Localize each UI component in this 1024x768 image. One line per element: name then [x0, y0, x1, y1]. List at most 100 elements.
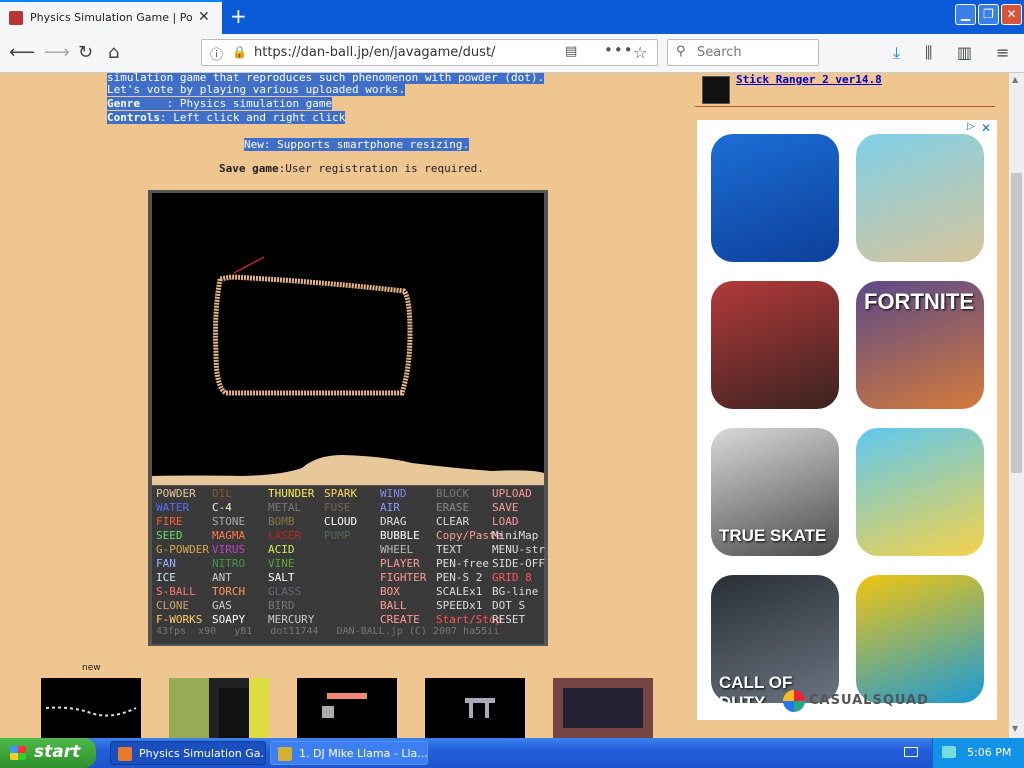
- search-input[interactable]: ⚲ Search: [667, 39, 819, 66]
- palette-item[interactable]: BALL: [380, 599, 407, 613]
- palette-item[interactable]: MENU-str: [492, 543, 545, 557]
- palette-item[interactable]: WHEEL: [380, 543, 413, 557]
- palette-item[interactable]: THUNDER: [268, 487, 314, 501]
- palette-item[interactable]: ERASE: [436, 501, 469, 515]
- palette-item[interactable]: BG-line: [492, 585, 538, 599]
- url-text[interactable]: https://dan-ball.jp/en/javagame/dust/: [254, 45, 495, 60]
- palette-item[interactable]: PUMP: [324, 529, 351, 543]
- keyboard-icon[interactable]: [904, 747, 918, 757]
- minimize-window-button[interactable]: ▁: [955, 4, 976, 25]
- scrollbar-thumb[interactable]: [1011, 173, 1022, 473]
- palette-item[interactable]: DOT S: [492, 599, 525, 613]
- library-icon[interactable]: ⫼: [925, 43, 932, 63]
- restore-window-button[interactable]: ❐: [978, 4, 999, 25]
- scroll-down-icon[interactable]: ▼: [1012, 724, 1018, 733]
- palette-item[interactable]: TEXT: [436, 543, 463, 557]
- palette-item[interactable]: F-WORKS: [156, 613, 202, 627]
- palette-item[interactable]: POWDER: [156, 487, 196, 501]
- palette-item[interactable]: AIR: [380, 501, 400, 515]
- palette-item[interactable]: CLOUD: [324, 515, 357, 529]
- palette-item[interactable]: WATER: [156, 501, 189, 515]
- palette-item[interactable]: SOAPY: [212, 613, 245, 627]
- chicken-pixel-icon[interactable]: [856, 134, 984, 262]
- ad-info-icon[interactable]: ▷: [967, 121, 975, 132]
- new-tab-icon[interactable]: +: [230, 4, 247, 28]
- palette-item[interactable]: S-BALL: [156, 585, 196, 599]
- palette-item[interactable]: G-POWDER: [156, 543, 209, 557]
- lock-icon[interactable]: 🔒: [232, 45, 247, 59]
- pull-pin-icon[interactable]: [856, 428, 984, 556]
- palette-item[interactable]: PEN-free: [436, 557, 489, 571]
- menu-icon[interactable]: ≡: [996, 43, 1009, 62]
- start-button[interactable]: start: [0, 738, 96, 768]
- palette-item[interactable]: VIRUS: [212, 543, 245, 557]
- palette-item[interactable]: FIGHTER: [380, 571, 426, 585]
- palette-item[interactable]: PEN-S 2: [436, 571, 482, 585]
- true-skate-icon[interactable]: TRUE SKATE: [711, 428, 839, 556]
- close-tab-icon[interactable]: ✕: [198, 9, 210, 25]
- palette-item[interactable]: BOMB: [268, 515, 295, 529]
- palette-item[interactable]: SALT: [268, 571, 295, 585]
- palette-item[interactable]: ANT: [212, 571, 232, 585]
- palette-item[interactable]: FIRE: [156, 515, 183, 529]
- scroll-up-icon[interactable]: ▲: [1012, 75, 1018, 84]
- taskbar-item-firefox[interactable]: Physics Simulation Ga...: [110, 741, 266, 765]
- site-info-icon[interactable]: ⓘ: [210, 44, 223, 63]
- powder-game-applet[interactable]: POWDER WATER FIRE SEED G-POWDER FAN ICE S-BALL C…: [148, 190, 548, 646]
- palette-item[interactable]: MERCURY: [268, 613, 314, 627]
- palette-item[interactable]: SIDE-OFF: [492, 557, 545, 571]
- uploaded-work-thumbnail[interactable]: [297, 678, 397, 738]
- palette-item[interactable]: SAVE: [492, 501, 519, 515]
- url-bar[interactable]: ⓘ 🔒 https://dan-ball.jp/en/javagame/dust…: [201, 39, 658, 66]
- bookmark-star-icon[interactable]: ☆: [633, 43, 647, 62]
- ad-close-icon[interactable]: ✕: [981, 121, 991, 135]
- stick-ranger-link[interactable]: Stick Ranger 2 ver14.8: [736, 73, 882, 86]
- palette-item[interactable]: GAS: [212, 599, 232, 613]
- palette-item[interactable]: VINE: [268, 557, 295, 571]
- stick-ranger-icon[interactable]: [702, 76, 730, 104]
- uploaded-work-thumbnail[interactable]: [169, 678, 269, 738]
- home-icon[interactable]: ⌂: [108, 42, 119, 63]
- call-of-duty-icon[interactable]: CALL OF DUTY: [711, 575, 839, 703]
- geometry-dash-icon[interactable]: [856, 575, 984, 703]
- palette-item[interactable]: BUBBLE: [380, 529, 420, 543]
- palette-item[interactable]: MAGMA: [212, 529, 245, 543]
- taskbar-item-winamp[interactable]: 1. DJ Mike Llama - Lla...: [270, 741, 428, 765]
- palette-item[interactable]: OIL: [212, 487, 232, 501]
- sidebar-icon[interactable]: ▥: [957, 43, 972, 62]
- palette-item[interactable]: FUSE: [324, 501, 351, 515]
- forward-icon[interactable]: ⟶: [44, 42, 70, 63]
- uploaded-work-thumbnail[interactable]: [41, 678, 141, 738]
- palette-item[interactable]: CLONE: [156, 599, 189, 613]
- palette-item[interactable]: ICE: [156, 571, 176, 585]
- uploaded-work-thumbnail[interactable]: [553, 678, 653, 738]
- reload-icon[interactable]: ↻: [78, 42, 93, 63]
- palette-item[interactable]: CLEAR: [436, 515, 469, 529]
- palette-item[interactable]: LOAD: [492, 515, 519, 529]
- palette-item[interactable]: SPEEDx1: [436, 599, 482, 613]
- reader-view-icon[interactable]: ▤: [565, 44, 577, 59]
- palette-item[interactable]: GLASS: [268, 585, 301, 599]
- palette-item[interactable]: SEED: [156, 529, 183, 543]
- palette-item[interactable]: METAL: [268, 501, 301, 515]
- palette-item[interactable]: NITRO: [212, 557, 245, 571]
- palette-item[interactable]: WIND: [380, 487, 407, 501]
- palette-item[interactable]: RESET: [492, 613, 525, 627]
- palette-item[interactable]: MiniMap: [492, 529, 538, 543]
- palette-item[interactable]: BLOCK: [436, 487, 469, 501]
- palette-item[interactable]: CREATE: [380, 613, 420, 627]
- fortnite-icon[interactable]: FORTNITE: [856, 281, 984, 409]
- palette-item[interactable]: DRAG: [380, 515, 407, 529]
- palette-item[interactable]: GRID 8: [492, 571, 532, 585]
- palette-item[interactable]: SPARK: [324, 487, 357, 501]
- palette-item[interactable]: C-4: [212, 501, 232, 515]
- uploaded-work-thumbnail[interactable]: [425, 678, 525, 738]
- network-icon[interactable]: [942, 746, 956, 758]
- back-icon[interactable]: ⟵: [9, 42, 35, 63]
- scary-teacher-icon[interactable]: [711, 281, 839, 409]
- palette-item[interactable]: UPLOAD: [492, 487, 532, 501]
- page-scrollbar[interactable]: ▲ ▼: [1009, 73, 1024, 738]
- game-canvas[interactable]: [152, 193, 544, 485]
- palette-item[interactable]: SCALEx1: [436, 585, 482, 599]
- palette-item[interactable]: TORCH: [212, 585, 245, 599]
